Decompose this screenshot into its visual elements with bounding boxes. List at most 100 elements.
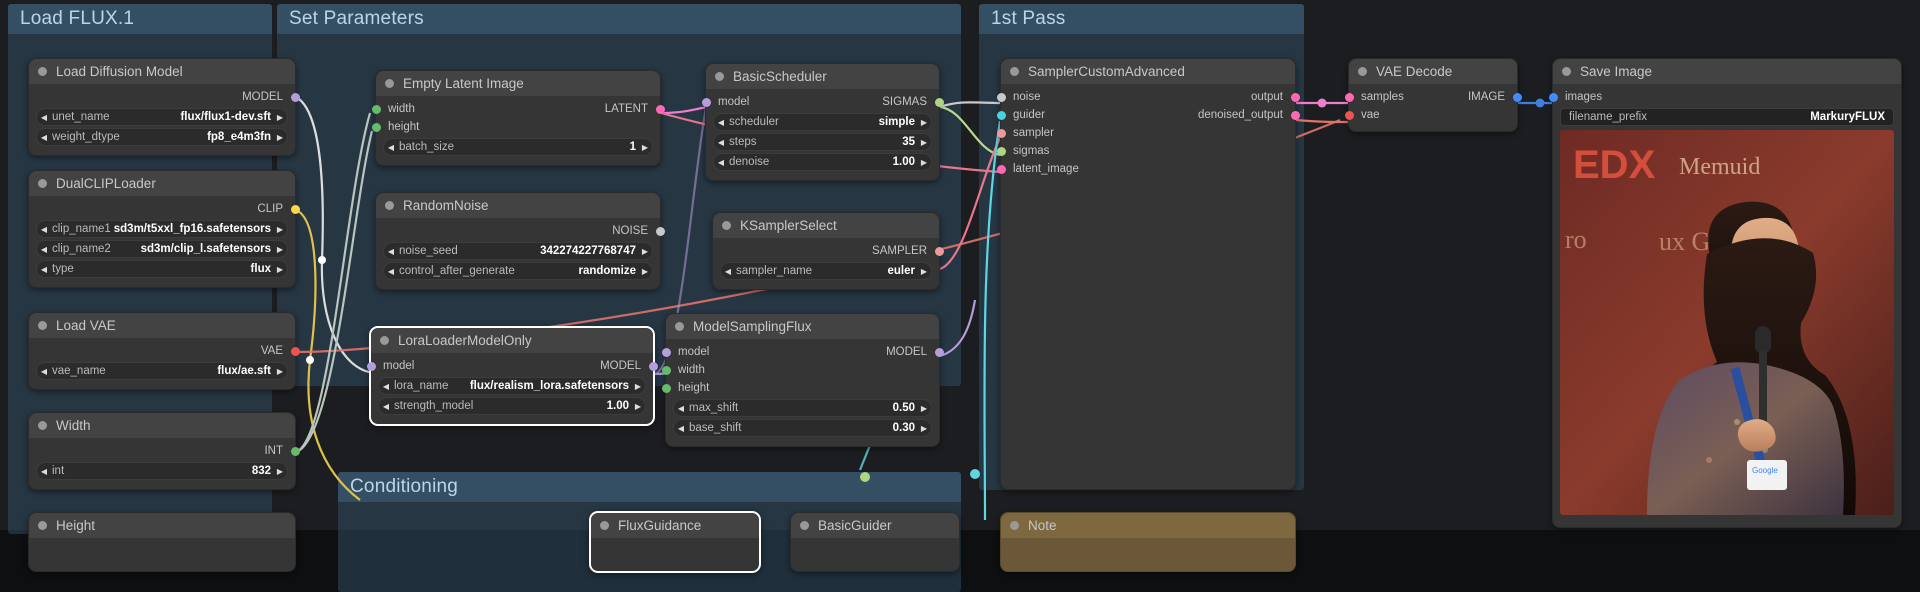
noise-input-dot[interactable] <box>996 92 1006 102</box>
input-slot-sigmas[interactable]: sigmas <box>996 142 1295 160</box>
collapse-dot-icon[interactable] <box>38 321 47 330</box>
model-output-dot[interactable] <box>934 347 944 357</box>
input-slot-width[interactable]: width <box>661 361 939 379</box>
chevron-right-icon[interactable]: ▶ <box>631 402 645 411</box>
node-note[interactable]: Note <box>1000 512 1296 572</box>
collapse-dot-icon[interactable] <box>1010 67 1019 76</box>
widget-int[interactable]: ◀ int 832 ▶ <box>36 462 288 480</box>
vae-output-dot[interactable] <box>290 346 300 356</box>
node-header[interactable]: BasicGuider <box>791 513 959 538</box>
chevron-left-icon[interactable]: ◀ <box>37 467 51 476</box>
height-input-dot[interactable] <box>371 122 381 132</box>
collapse-dot-icon[interactable] <box>675 322 684 331</box>
output-slot-int[interactable]: INT <box>29 442 300 460</box>
chevron-right-icon[interactable]: ▶ <box>917 138 931 147</box>
model-input-dot[interactable] <box>701 97 711 107</box>
node-header[interactable]: RandomNoise <box>376 193 660 218</box>
node-empty-latent-image[interactable]: Empty Latent Image width LATENT height ◀… <box>371 70 665 166</box>
collapse-dot-icon[interactable] <box>385 201 394 210</box>
noise-output-dot[interactable] <box>655 226 665 236</box>
chevron-left-icon[interactable]: ◀ <box>384 247 398 256</box>
node-header[interactable]: DualCLIPLoader <box>29 171 295 196</box>
widget-clip-name1[interactable]: ◀ clip_name1 sd3m/t5xxl_fp16.safetensors… <box>36 220 288 238</box>
sigmas-output-dot[interactable] <box>934 97 944 107</box>
collapse-dot-icon[interactable] <box>1562 67 1571 76</box>
chevron-right-icon[interactable]: ▶ <box>917 267 931 276</box>
node-header[interactable]: Load Diffusion Model <box>29 59 295 84</box>
latent-output-dot[interactable] <box>655 104 665 114</box>
input-slot-images[interactable]: images <box>1548 88 1901 106</box>
node-header[interactable]: Height <box>29 513 295 538</box>
widget-strength-model[interactable]: ◀ strength_model 1.00 ▶ <box>378 397 646 415</box>
widget-lora-name[interactable]: ◀ lora_name flux/realism_lora.safetensor… <box>378 377 646 395</box>
chevron-right-icon[interactable]: ▶ <box>273 467 287 476</box>
model-output-dot[interactable] <box>290 92 300 102</box>
node-header[interactable]: Width <box>29 413 295 438</box>
collapse-dot-icon[interactable] <box>38 521 47 530</box>
chevron-left-icon[interactable]: ◀ <box>379 382 393 391</box>
input-slot-model[interactable]: model SIGMAS <box>701 93 944 111</box>
output-slot-noise[interactable]: NOISE <box>376 222 665 240</box>
widget-vae-name[interactable]: ◀ vae_name flux/ae.sft ▶ <box>36 362 288 380</box>
chevron-left-icon[interactable]: ◀ <box>37 367 51 376</box>
chevron-right-icon[interactable]: ▶ <box>273 133 287 142</box>
input-slot-sampler[interactable]: sampler <box>996 124 1295 142</box>
widget-clip-name2[interactable]: ◀ clip_name2 sd3m/clip_l.safetensors ▶ <box>36 240 288 258</box>
node-height[interactable]: Height <box>28 512 296 572</box>
node-vae-decode[interactable]: VAE Decode samples IMAGE vae <box>1344 58 1522 132</box>
node-basic-scheduler[interactable]: BasicScheduler model SIGMAS ◀ scheduler … <box>701 63 944 181</box>
chevron-right-icon[interactable]: ▶ <box>638 267 652 276</box>
chevron-right-icon[interactable]: ▶ <box>917 158 931 167</box>
widget-max-shift[interactable]: ◀ max_shift 0.50 ▶ <box>673 399 932 417</box>
collapse-dot-icon[interactable] <box>715 72 724 81</box>
int-output-dot[interactable] <box>290 446 300 456</box>
node-random-noise[interactable]: RandomNoise NOISE ◀ noise_seed 342274227… <box>375 192 665 290</box>
node-lora-loader-model-only[interactable]: LoraLoaderModelOnly model MODEL ◀ lora_n… <box>366 327 658 425</box>
samples-input-dot[interactable] <box>1344 92 1354 102</box>
chevron-left-icon[interactable]: ◀ <box>384 267 398 276</box>
input-slot-latent-image[interactable]: latent_image <box>996 160 1295 178</box>
chevron-right-icon[interactable]: ▶ <box>273 225 287 234</box>
clip-output-dot[interactable] <box>290 204 300 214</box>
collapse-dot-icon[interactable] <box>722 221 731 230</box>
sampler-output-dot[interactable] <box>934 246 944 256</box>
node-header[interactable]: BasicScheduler <box>706 64 939 89</box>
chevron-right-icon[interactable]: ▶ <box>273 245 287 254</box>
chevron-right-icon[interactable]: ▶ <box>273 265 287 274</box>
output-slot-clip[interactable]: CLIP <box>29 200 300 218</box>
node-save-image[interactable]: Save Image images filename_prefix Markur… <box>1548 58 1902 528</box>
node-load-diffusion-model[interactable]: Load Diffusion Model MODEL ◀ unet_name f… <box>28 58 300 156</box>
node-header[interactable]: VAE Decode <box>1349 59 1517 84</box>
chevron-left-icon[interactable]: ◀ <box>714 118 728 127</box>
sampler-input-dot[interactable] <box>996 128 1006 138</box>
widget-control-after-generate[interactable]: ◀ control_after_generate randomize ▶ <box>383 262 653 280</box>
chevron-right-icon[interactable]: ▶ <box>631 382 645 391</box>
chevron-left-icon[interactable]: ◀ <box>37 245 51 254</box>
vae-input-dot[interactable] <box>1344 110 1354 120</box>
collapse-dot-icon[interactable] <box>38 67 47 76</box>
chevron-right-icon[interactable]: ▶ <box>917 118 931 127</box>
images-input-dot[interactable] <box>1548 92 1558 102</box>
width-input-dot[interactable] <box>661 365 671 375</box>
chevron-right-icon[interactable]: ▶ <box>638 143 652 152</box>
chevron-left-icon[interactable]: ◀ <box>379 402 393 411</box>
node-sampler-custom-advanced[interactable]: SamplerCustomAdvanced noise output guide… <box>996 58 1300 490</box>
chevron-right-icon[interactable]: ▶ <box>273 113 287 122</box>
output-slot-sampler[interactable]: SAMPLER <box>713 242 944 260</box>
collapse-dot-icon[interactable] <box>385 79 394 88</box>
chevron-left-icon[interactable]: ◀ <box>37 225 51 234</box>
latent-image-input-dot[interactable] <box>996 164 1006 174</box>
widget-sampler-name[interactable]: ◀ sampler_name euler ▶ <box>720 262 932 280</box>
widget-scheduler[interactable]: ◀ scheduler simple ▶ <box>713 113 932 131</box>
node-header[interactable]: SamplerCustomAdvanced <box>1001 59 1295 84</box>
collapse-dot-icon[interactable] <box>38 179 47 188</box>
output-slot-vae[interactable]: VAE <box>29 342 300 360</box>
collapse-dot-icon[interactable] <box>380 336 389 345</box>
collapse-dot-icon[interactable] <box>1010 521 1019 530</box>
node-model-sampling-flux[interactable]: ModelSamplingFlux model MODEL width heig… <box>661 313 944 447</box>
model-input-dot[interactable] <box>366 361 376 371</box>
chevron-right-icon[interactable]: ▶ <box>638 247 652 256</box>
widget-base-shift[interactable]: ◀ base_shift 0.30 ▶ <box>673 419 932 437</box>
collapse-dot-icon[interactable] <box>600 521 609 530</box>
chevron-right-icon[interactable]: ▶ <box>917 424 931 433</box>
